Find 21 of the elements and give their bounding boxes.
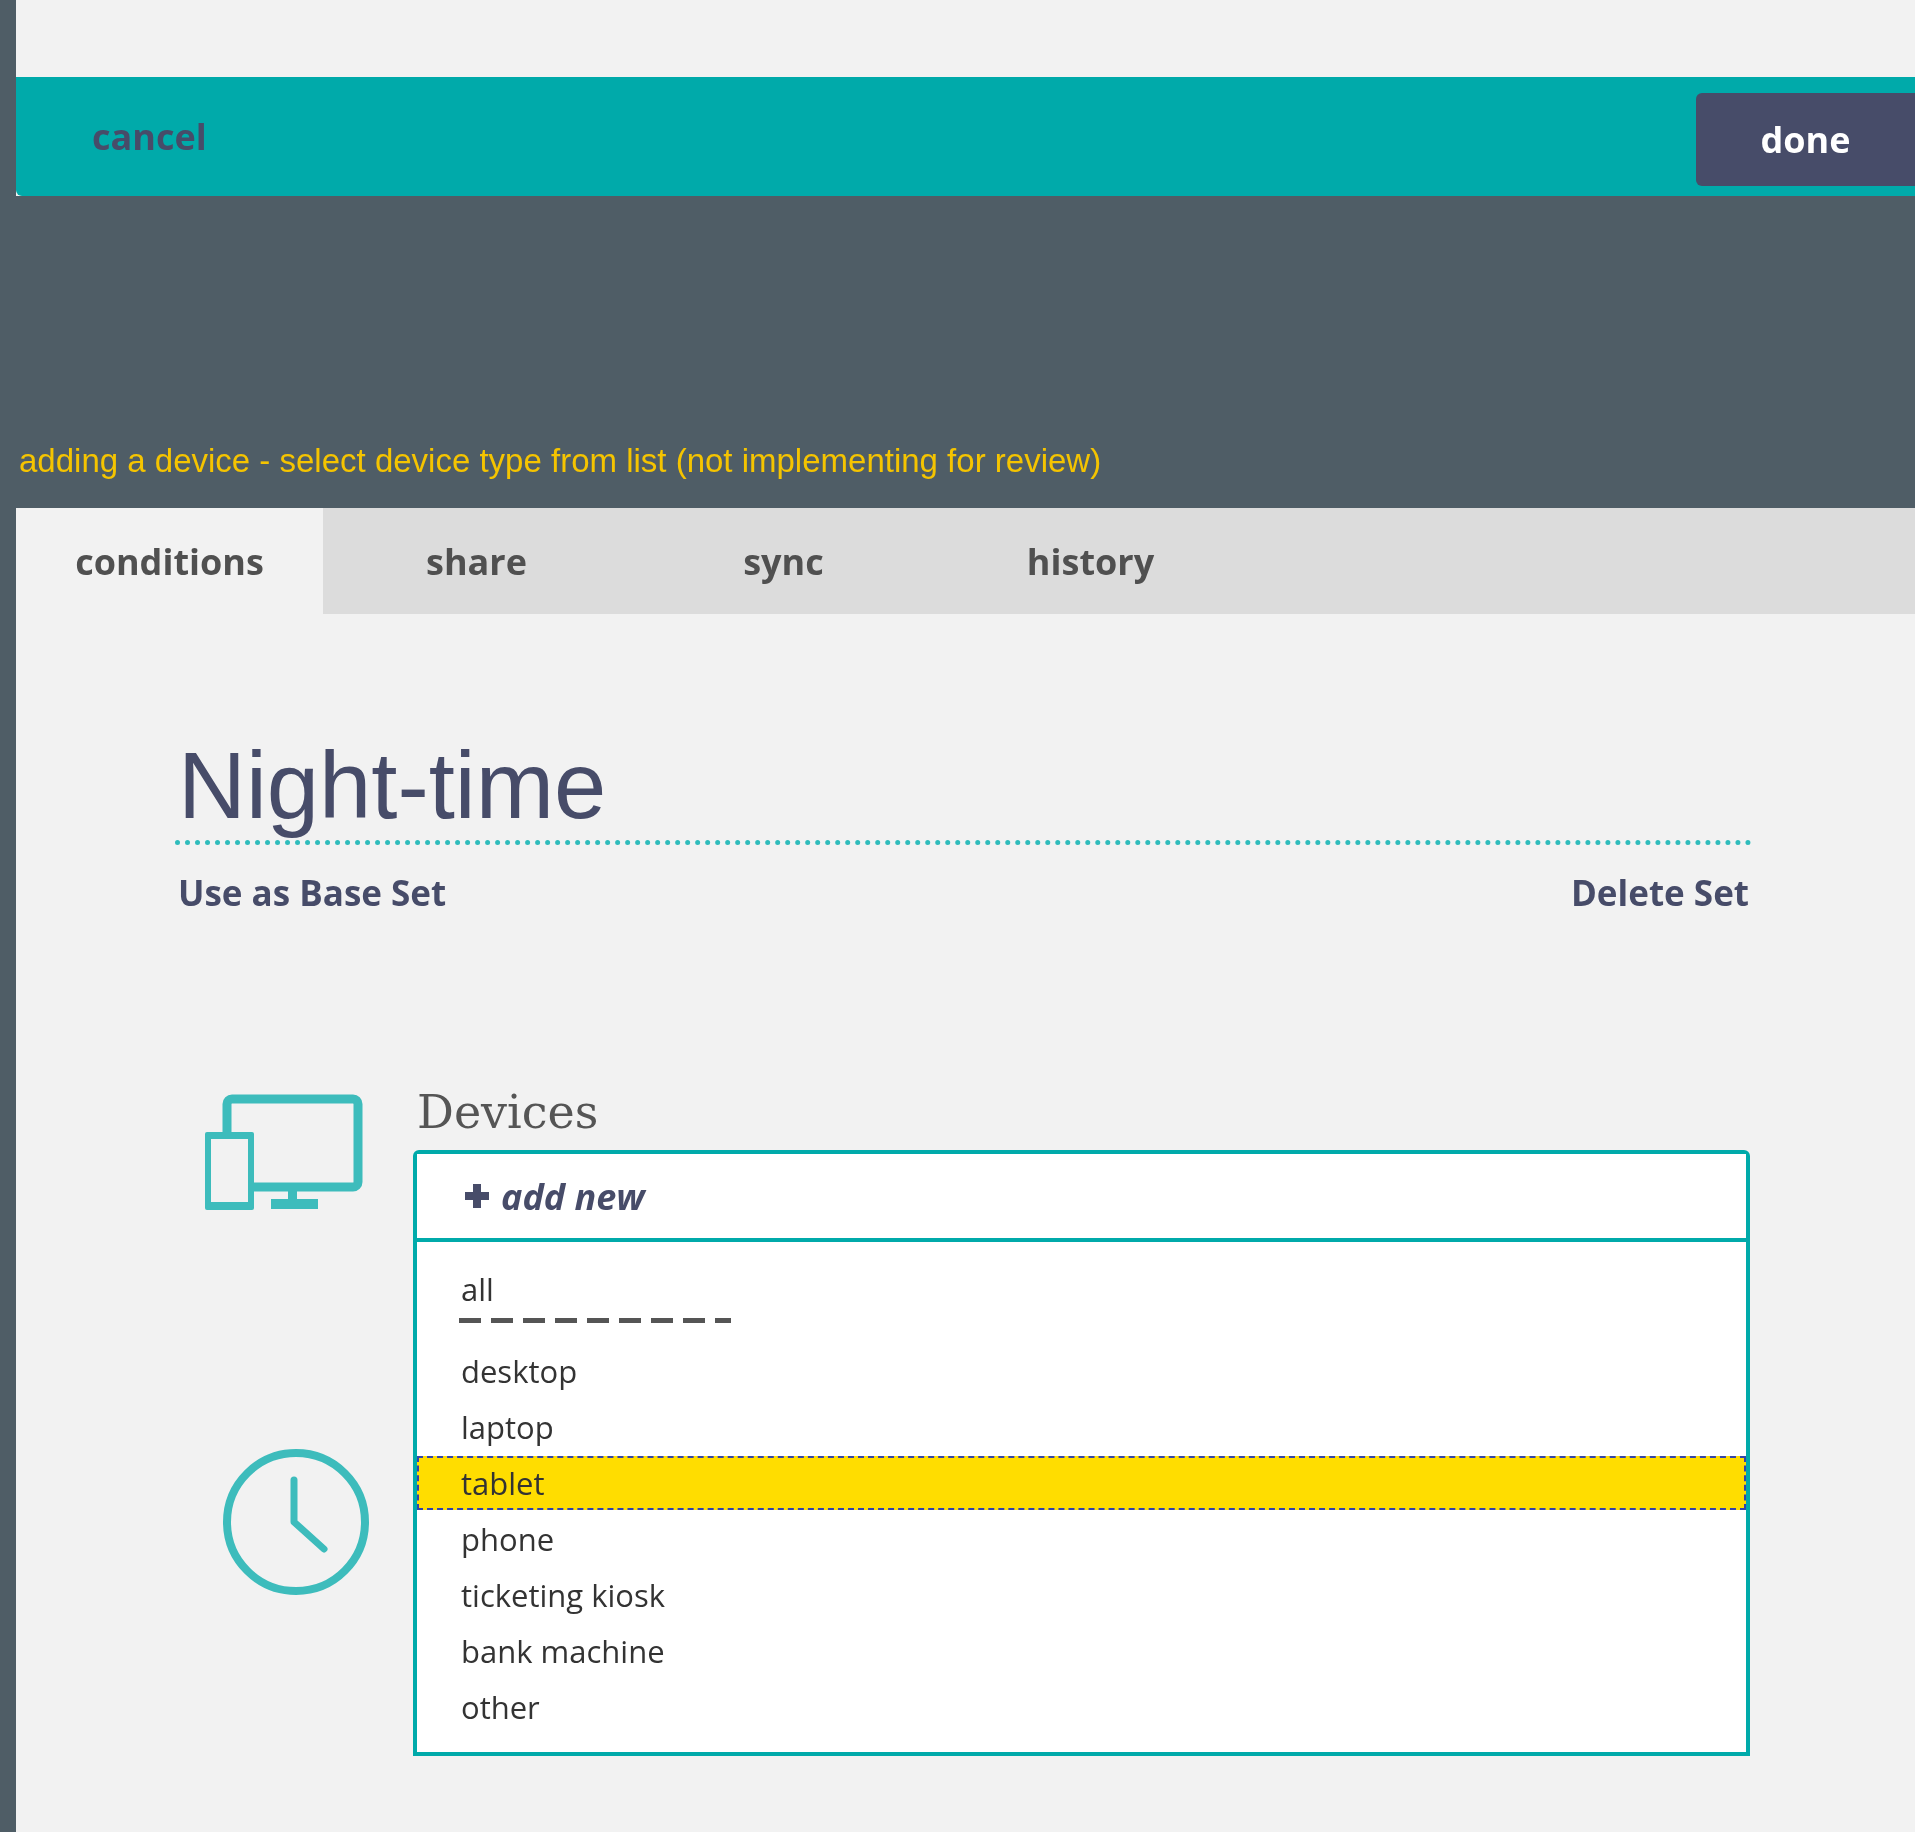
device-option[interactable]: phone: [417, 1512, 1746, 1566]
device-option[interactable]: laptop: [417, 1400, 1746, 1454]
devices-heading: Devices: [417, 1084, 600, 1141]
clock-icon: [222, 1448, 370, 1596]
tab[interactable]: sync: [630, 508, 937, 614]
device-option[interactable]: desktop: [417, 1344, 1746, 1398]
device-option[interactable]: all: [417, 1262, 1746, 1316]
tab[interactable]: share: [323, 508, 630, 614]
set-title[interactable]: Night-time: [175, 732, 1752, 845]
done-button[interactable]: done: [1696, 93, 1915, 186]
tab[interactable]: conditions: [16, 508, 323, 614]
device-option[interactable]: other: [417, 1680, 1746, 1734]
annotation-note: adding a device - select device type from list (not implementing for review): [19, 442, 1102, 480]
add-new-button[interactable]: add new: [417, 1154, 1746, 1242]
delete-set-link[interactable]: Delete Set: [1567, 869, 1752, 916]
device-option[interactable]: bank machine: [417, 1624, 1746, 1678]
tab[interactable]: history: [937, 508, 1244, 614]
device-option[interactable]: tablet: [417, 1456, 1746, 1510]
use-as-base-set-link[interactable]: Use as Base Set: [175, 869, 450, 916]
plus-icon: [465, 1184, 489, 1208]
device-option[interactable]: ticketing kiosk: [417, 1568, 1746, 1622]
